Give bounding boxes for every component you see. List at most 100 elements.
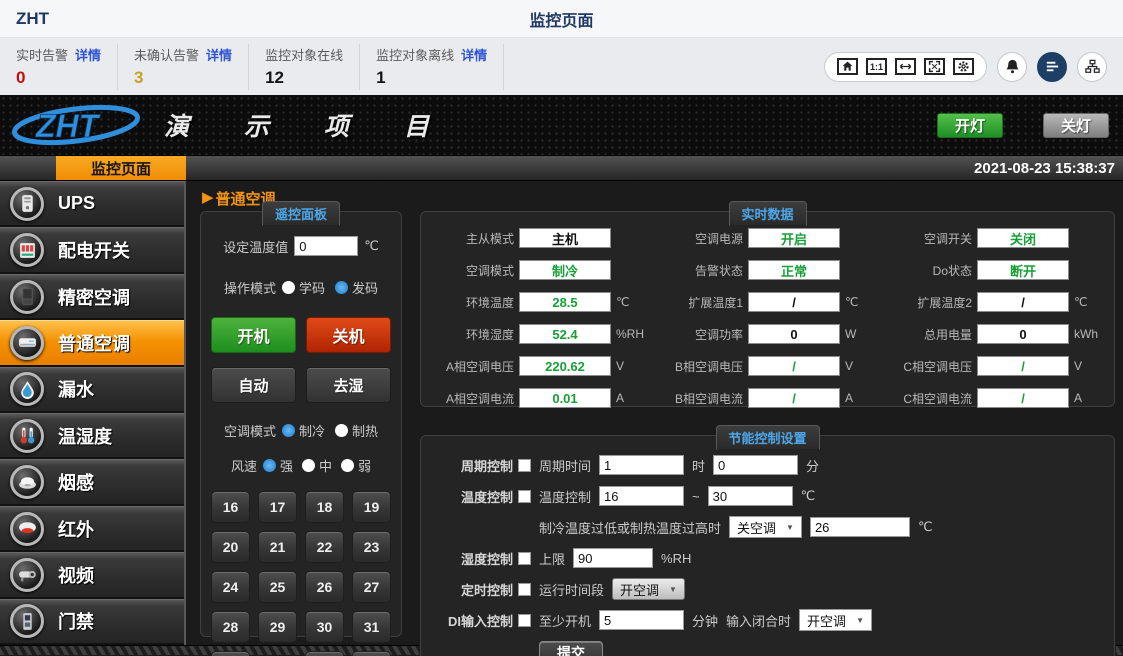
sidebar-item-breaker[interactable]: 配电开关 xyxy=(0,227,184,273)
fullscreen-icon[interactable] xyxy=(924,58,945,75)
di-control-checkbox[interactable] xyxy=(518,614,531,627)
set-temp-input[interactable] xyxy=(294,236,358,256)
timer-action-select[interactable]: 开空调 xyxy=(612,578,685,600)
radio-option-弱[interactable]: 弱 xyxy=(341,456,371,475)
topology-icon xyxy=(1084,58,1101,75)
stat-label: 实时告警 xyxy=(16,45,68,64)
power-off-button[interactable]: 关机 xyxy=(306,317,391,353)
field-value: 制冷 xyxy=(519,260,611,280)
temp-button--[interactable]: - xyxy=(352,651,391,656)
temp-button-17[interactable]: 17 xyxy=(258,491,297,523)
stat-value: 3 xyxy=(134,68,232,88)
humidity-control-checkbox[interactable] xyxy=(518,552,531,565)
temp-button-32[interactable]: 32 xyxy=(211,651,250,656)
dehumidify-button[interactable]: 去湿 xyxy=(306,367,391,403)
temp-button-30[interactable]: 30 xyxy=(305,611,344,643)
home-icon[interactable] xyxy=(837,58,858,75)
field-value: / xyxy=(977,356,1069,376)
temp-button-22[interactable]: 22 xyxy=(305,531,344,563)
stats-bar: 实时告警详情0未确认告警详情3监控对象在线12监控对象离线详情1 1:1 xyxy=(0,38,1123,95)
sidebar-item-water-leak[interactable]: 漏水 xyxy=(0,367,184,413)
di-action-select[interactable]: 开空调 xyxy=(799,609,872,631)
temp-button-23[interactable]: 23 xyxy=(352,531,391,563)
field-label: 扩展温度2 xyxy=(917,294,972,311)
sidebar-item-door[interactable]: 门禁 xyxy=(0,599,184,645)
door-access-icon xyxy=(10,604,44,638)
topology-view-button[interactable] xyxy=(1077,52,1107,82)
stat-3: 监控对象离线详情1 xyxy=(360,44,504,90)
tab-monitor-page[interactable]: 监控页面 xyxy=(56,156,186,180)
light-on-button[interactable]: 开灯 xyxy=(937,113,1003,138)
temp-button-21[interactable]: 21 xyxy=(258,531,297,563)
temp-min-input[interactable] xyxy=(599,486,684,506)
di-minutes-input[interactable] xyxy=(599,610,684,630)
settings-gear-icon[interactable] xyxy=(953,58,974,75)
timestamp: 2021-08-23 15:38:37 xyxy=(974,160,1123,177)
temp-button-18[interactable]: 18 xyxy=(305,491,344,523)
di-action-value: 开空调 xyxy=(807,611,846,630)
submit-button[interactable]: 提交 xyxy=(539,641,603,656)
humidity-limit-input[interactable] xyxy=(573,548,653,568)
radio-option-强[interactable]: 强 xyxy=(263,456,293,475)
radio-option-制热[interactable]: 制热 xyxy=(335,421,378,440)
temp-button-20[interactable]: 20 xyxy=(211,531,250,563)
one-to-one-icon[interactable]: 1:1 xyxy=(866,58,887,75)
hours-unit: 时 xyxy=(692,456,705,475)
temp-max-input[interactable] xyxy=(708,486,793,506)
temp-button-29[interactable]: 29 xyxy=(258,611,297,643)
radio-option-制冷[interactable]: 制冷 xyxy=(282,421,325,440)
list-view-button[interactable] xyxy=(1037,52,1067,82)
sidebar-item-smoke[interactable]: 烟感 xyxy=(0,459,184,505)
stat-detail-link[interactable]: 详情 xyxy=(75,45,101,64)
field-unit: ℃ xyxy=(1074,295,1108,309)
field-label: 总用电量 xyxy=(924,326,972,343)
sidebar-item-ups[interactable]: UPS xyxy=(0,181,184,227)
alarm-bell-button[interactable] xyxy=(997,52,1027,82)
sidebar-item-precision-ac[interactable]: 精密空调 xyxy=(0,274,184,320)
temp-control-checkbox[interactable] xyxy=(518,490,531,503)
temp-button-25[interactable]: 25 xyxy=(258,571,297,603)
temp-button-28[interactable]: 28 xyxy=(211,611,250,643)
sidebar-item-ac[interactable]: 普通空调 xyxy=(0,320,184,366)
water-drop-icon xyxy=(10,372,44,406)
fit-width-icon[interactable] xyxy=(895,58,916,75)
temp-button-19[interactable]: 19 xyxy=(352,491,391,523)
stat-detail-link[interactable]: 详情 xyxy=(206,45,232,64)
sidebar-item-infrared[interactable]: 红外 xyxy=(0,506,184,552)
radio-option-学码[interactable]: 学码 xyxy=(282,278,325,297)
op-mode-radio-group: 学码发码 xyxy=(282,278,378,297)
field-label: 空调功率 xyxy=(695,326,743,343)
temp-button-27[interactable]: 27 xyxy=(352,571,391,603)
temp-button-26[interactable]: 26 xyxy=(305,571,344,603)
stat-detail-link[interactable]: 详情 xyxy=(461,45,487,64)
smoke-detector-icon xyxy=(10,465,44,499)
overtemp-action-select[interactable]: 关空调 xyxy=(729,516,802,538)
cycle-control-checkbox[interactable] xyxy=(518,459,531,472)
sidebar-item-temp-humidity[interactable]: 温湿度 xyxy=(0,413,184,459)
timer-action-value: 开空调 xyxy=(620,580,659,599)
sidebar-item-label: 配电开关 xyxy=(58,237,130,263)
radio-label: 中 xyxy=(319,456,332,475)
overtemp-temp-input[interactable] xyxy=(810,517,910,537)
radio-option-发码[interactable]: 发码 xyxy=(335,278,378,297)
auto-button[interactable]: 自动 xyxy=(211,367,296,403)
radio-dot xyxy=(335,281,348,294)
stat-value: 0 xyxy=(16,68,101,88)
realtime-field: 扩展温度1/℃ xyxy=(650,292,879,312)
temp-button-16[interactable]: 16 xyxy=(211,491,250,523)
power-on-button[interactable]: 开机 xyxy=(211,317,296,353)
sidebar-item-label: UPS xyxy=(58,193,95,214)
temp-button-+[interactable]: + xyxy=(305,651,344,656)
light-off-button[interactable]: 关灯 xyxy=(1043,113,1109,138)
field-label: 空调电源 xyxy=(695,230,743,247)
temp-button-24[interactable]: 24 xyxy=(211,571,250,603)
cycle-hours-input[interactable] xyxy=(599,455,684,475)
sidebar-item-video[interactable]: 视频 xyxy=(0,552,184,598)
humidity-unit: %RH xyxy=(661,551,691,566)
timer-control-checkbox[interactable] xyxy=(518,583,531,596)
cycle-minutes-input[interactable] xyxy=(713,455,798,475)
radio-option-中[interactable]: 中 xyxy=(302,456,332,475)
field-label: B相空调电压 xyxy=(675,358,743,375)
temp-control-label: 温度控制 xyxy=(461,487,513,506)
temp-button-31[interactable]: 31 xyxy=(352,611,391,643)
